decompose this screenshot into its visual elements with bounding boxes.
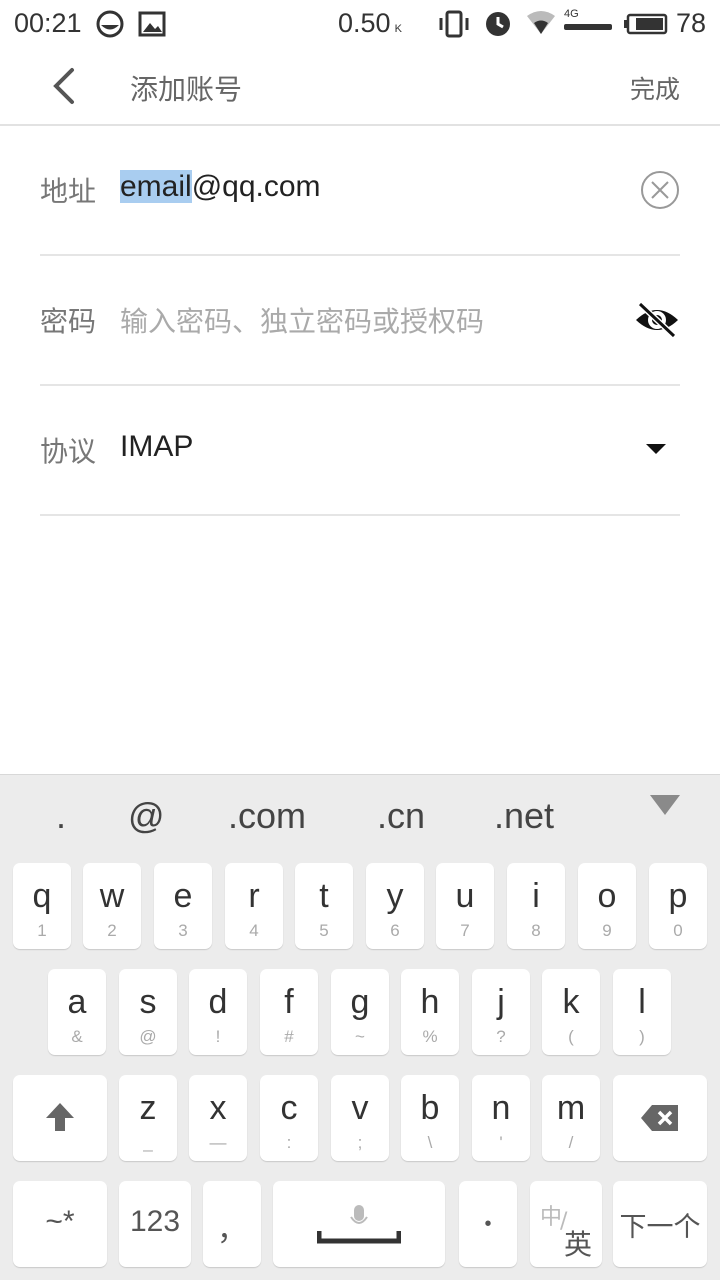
key-s[interactable]: s @ [119,969,177,1055]
key-x[interactable]: x — [189,1075,247,1161]
backspace-icon [641,1105,678,1131]
protocol-value[interactable]: IMAP [120,430,193,464]
key-f[interactable]: f # [260,969,318,1055]
password-input[interactable]: 输入密码、独立密码或授权码 [120,300,484,340]
key-o[interactable]: o9 [578,863,636,949]
dropdown-arrow-icon[interactable] [646,444,666,454]
key-d[interactable]: d! [189,969,247,1055]
key-h[interactable]: h% [401,969,459,1055]
address-label: 地址 [40,175,97,208]
key-y[interactable]: y6 [366,863,424,949]
next-key[interactable]: 下一个 [613,1181,707,1267]
suggestion-com[interactable]: .com [228,795,306,837]
suggestion-at[interactable]: @ [128,795,165,837]
backspace-key[interactable] [613,1075,707,1161]
key-c[interactable]: c: [260,1075,318,1161]
suggestion-cn[interactable]: .cn [377,795,425,837]
protocol-row[interactable]: 协议 IMAP [40,386,680,516]
suggestion-net[interactable]: .net [494,795,554,837]
protocol-label: 协议 [40,435,97,468]
alarm-icon [486,12,510,36]
key-r[interactable]: r4 [225,863,283,949]
language-key[interactable]: 中 / 英 [530,1181,602,1267]
key-m[interactable]: m / [542,1075,600,1161]
symbols-key[interactable]: ~* [13,1181,107,1267]
key-t[interactable]: t5 [295,863,353,949]
comma-key[interactable]: ， [203,1181,261,1267]
key-p[interactable]: p0 [649,863,707,949]
address-selected-text: email [120,170,192,203]
network-speed: 0.50 K [338,8,402,38]
address-rest-text: @qq.com [191,170,321,203]
key-z[interactable]: z _ [119,1075,177,1161]
clear-icon[interactable] [640,170,680,210]
wifi-icon [527,11,555,34]
battery-icon [624,13,668,35]
key-e[interactable]: e3 [154,863,212,949]
key-b[interactable]: b \ [401,1075,459,1161]
password-label: 密码 [40,305,97,338]
key-i[interactable]: i8 [507,863,565,949]
image-notification-icon [138,11,166,37]
key-n[interactable]: n ' [472,1075,530,1161]
key-q[interactable]: q1 [13,863,71,949]
address-row: 地址 email@qq.com [40,126,680,256]
soft-keyboard: . @ .com .cn .net q1 w2 e3 r4 t5 y6 u7 i… [0,774,720,1280]
back-arrow-icon[interactable] [48,66,82,106]
signal-icon [564,24,612,30]
key-g[interactable]: g ~ [331,969,389,1055]
vibrate-icon [439,10,469,38]
status-time: 00:21 [14,8,82,38]
microphone-icon [317,1205,401,1244]
suggestion-dot[interactable]: . [56,795,66,837]
key-v[interactable]: v; [331,1075,389,1161]
key-u[interactable]: u7 [436,863,494,949]
key-w[interactable]: w2 [83,863,141,949]
collapse-keyboard-icon[interactable] [650,795,680,815]
address-input[interactable]: email@qq.com [120,170,321,204]
key-a[interactable]: a & [48,969,106,1055]
password-row: 密码 输入密码、独立密码或授权码 [40,256,680,386]
shift-icon [46,1103,74,1131]
battery-level: 78 [676,8,707,38]
status-bar: 00:21 0.50 K 4G 78 [0,0,720,46]
app-bar: 添加账号 完成 [0,46,720,126]
done-button[interactable]: 完成 [630,70,680,106]
page-title: 添加账号 [130,73,243,106]
numbers-key[interactable]: 123 [119,1181,191,1267]
suggestion-bar: . @ .com .cn .net [0,775,720,861]
hidden-eye-icon[interactable] [634,300,680,340]
space-key[interactable] [273,1181,445,1267]
key-k[interactable]: k( [542,969,600,1055]
app-notification-icon [96,10,124,38]
dot-key[interactable]: • [459,1181,517,1267]
key-j[interactable]: j? [472,969,530,1055]
key-l[interactable]: l) [613,969,671,1055]
shift-key[interactable] [13,1075,107,1161]
